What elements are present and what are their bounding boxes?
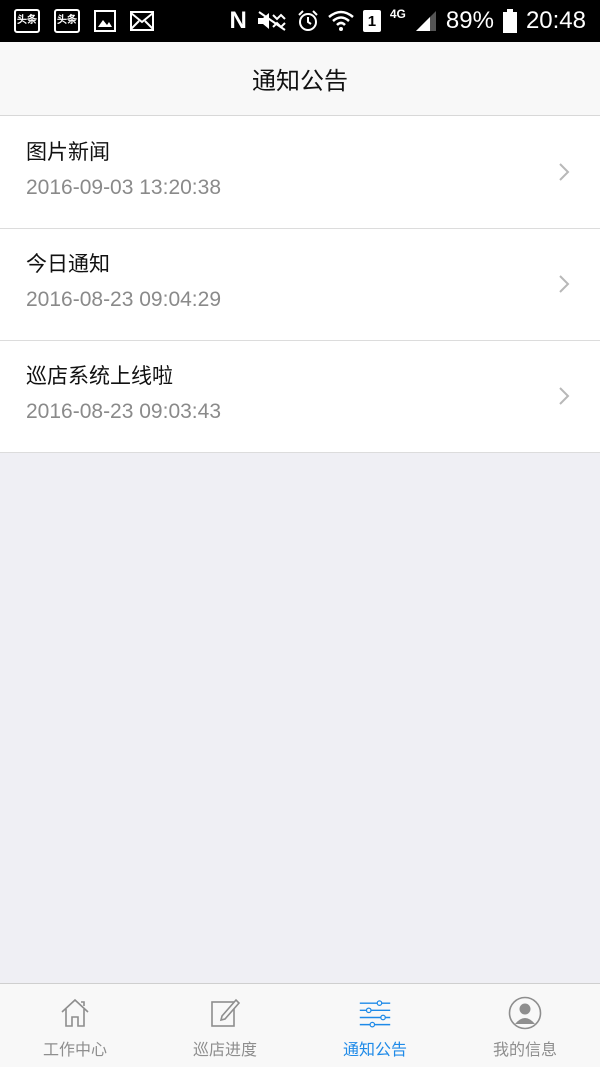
notice-list: 图片新闻 2016-09-03 13:20:38 今日通知 2016-08-23… — [0, 116, 600, 453]
nav-bar: 通知公告 — [0, 42, 600, 116]
signal-icon — [415, 10, 437, 32]
tab-notices[interactable]: 通知公告 — [300, 984, 450, 1067]
notice-date: 2016-08-23 09:03:43 — [26, 400, 221, 423]
tab-label: 通知公告 — [342, 1040, 407, 1059]
notice-item[interactable]: 图片新闻 2016-09-03 13:20:38 — [0, 116, 600, 228]
tab-bar: 工作中心 巡店进度 通知公告 我的信息 — [0, 983, 600, 1067]
chevron-right-icon — [559, 163, 570, 181]
toutiao-app-icon: 头条 — [14, 9, 40, 33]
notification-icons: 头条 头条 — [14, 9, 154, 33]
notice-date: 2016-09-03 13:20:38 — [26, 176, 221, 199]
mute-icon — [256, 10, 288, 32]
toutiao-app-icon: 头条 — [54, 9, 80, 33]
alarm-icon — [297, 10, 319, 32]
status-bar: 头条 头条 N 1 4G 89% 20:48 — [0, 0, 600, 42]
notice-title: 图片新闻 — [26, 140, 110, 164]
tab-label: 我的信息 — [492, 1040, 557, 1059]
notice-date: 2016-08-23 09:04:29 — [26, 288, 221, 311]
system-icons: N 1 4G 89% 20:48 — [230, 7, 586, 35]
tab-work-center[interactable]: 工作中心 — [0, 984, 150, 1067]
sim-icon: 1 — [362, 10, 381, 32]
notice-item[interactable]: 今日通知 2016-08-23 09:04:29 — [0, 228, 600, 340]
battery-icon — [502, 9, 517, 33]
mail-icon — [130, 11, 154, 31]
user-icon — [508, 996, 542, 1030]
chevron-right-icon — [559, 387, 570, 405]
clock: 20:48 — [525, 7, 586, 34]
battery-percent: 89% — [445, 7, 494, 34]
notice-item[interactable]: 巡店系统上线啦 2016-08-23 09:03:43 — [0, 340, 600, 452]
nfc-icon: N — [229, 7, 247, 34]
tab-my-info[interactable]: 我的信息 — [450, 984, 600, 1067]
home-icon — [58, 996, 92, 1030]
tab-label: 工作中心 — [42, 1040, 107, 1059]
tab-inspection-progress[interactable]: 巡店进度 — [150, 984, 300, 1067]
tab-label: 巡店进度 — [192, 1040, 257, 1059]
notice-title: 巡店系统上线啦 — [26, 364, 173, 388]
sliders-icon — [358, 996, 392, 1030]
chevron-right-icon — [559, 275, 570, 293]
image-icon — [94, 10, 116, 32]
network-type: 4G — [389, 7, 406, 21]
page-title: 通知公告 — [252, 67, 348, 95]
edit-icon — [208, 996, 242, 1030]
wifi-icon — [328, 10, 354, 32]
notice-title: 今日通知 — [26, 252, 110, 276]
